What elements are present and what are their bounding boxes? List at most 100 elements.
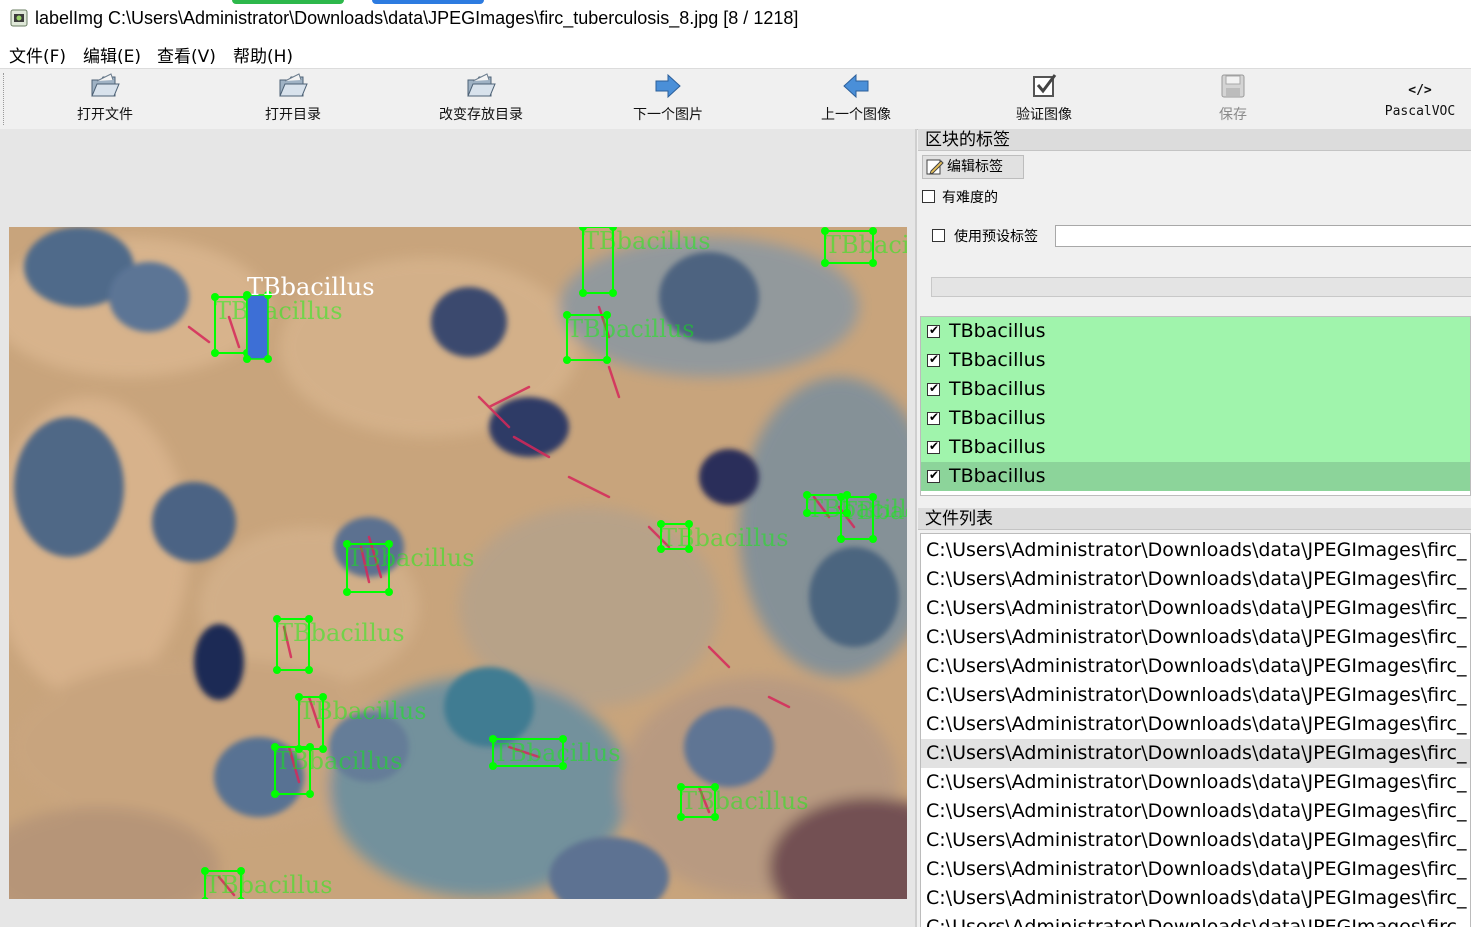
difficult-label: 有难度的 [942, 190, 998, 206]
label-visible-checkbox[interactable]: ✔ [927, 410, 940, 425]
bbox-vertex-handle[interactable] [821, 259, 829, 267]
checkmark-icon: ✔ [929, 439, 940, 453]
canvas-area[interactable]: TBbacillus TBbacillus TBbacillus TBbacillus… [0, 129, 917, 927]
folder-open-icon [91, 73, 120, 97]
change-save-dir-label: 改变存放目录 [439, 107, 523, 123]
file-list-item[interactable]: C:\Users\Administrator\Downloads\data\JP… [921, 565, 1470, 594]
bbox-vertex-handle[interactable] [343, 588, 351, 596]
window-title: labelImg C:\Users\Administrator\Download… [35, 8, 799, 28]
file-list-item[interactable]: C:\Users\Administrator\Downloads\data\JP… [921, 623, 1470, 652]
prev-image-button[interactable]: 上一个图像 [781, 69, 931, 129]
label-visible-checkbox[interactable]: ✔ [927, 352, 940, 367]
file-list-item[interactable]: C:\Users\Administrator\Downloads\data\JP… [921, 855, 1470, 884]
open-dir-button[interactable]: 打开目录 [218, 69, 368, 129]
code-tag-icon: </> [1408, 83, 1432, 98]
bbox-vertex-handle[interactable] [837, 535, 845, 543]
file-list-item[interactable]: C:\Users\Administrator\Downloads\data\JP… [921, 913, 1470, 927]
file-list-item[interactable]: C:\Users\Administrator\Downloads\data\JP… [921, 681, 1470, 710]
file-list[interactable]: C:\Users\Administrator\Downloads\data\JP… [920, 533, 1471, 927]
label-list-item-text: TBbacillus [949, 349, 1046, 371]
bbox-vertex-handle[interactable] [306, 790, 314, 798]
folder-open-icon [467, 73, 496, 97]
bbox-vertex-handle[interactable] [305, 666, 313, 674]
next-image-label: 下一个图片 [633, 107, 703, 123]
toolbar: 打开文件 打开目录 改变存放目录 下一个图片 上一个图像 验证图像 保存 </>… [0, 68, 1471, 130]
right-panel: 区块的标签 编辑标签 有难度的 使用预设标签 ✔ TBbacillus ✔ TB… [918, 129, 1471, 927]
checkmark-icon: ✔ [929, 468, 940, 482]
bbox-label: TBbacillus [275, 747, 403, 775]
label-list-item[interactable]: ✔ TBbacillus [921, 404, 1470, 433]
bbox-label: TBbacillus [661, 524, 789, 552]
label-list-item[interactable]: ✔ TBbacillus [921, 375, 1470, 404]
checkbox-verify-icon [1033, 74, 1057, 97]
prev-image-label: 上一个图像 [821, 107, 891, 123]
microscopy-image[interactable]: TBbacillus TBbacillus TBbacillus TBbacillus… [9, 227, 907, 899]
file-list-item-selected[interactable]: C:\Users\Administrator\Downloads\data\JP… [921, 739, 1470, 768]
file-list-item[interactable]: C:\Users\Administrator\Downloads\data\JP… [921, 797, 1470, 826]
bbox-label: TBbacillus [825, 231, 907, 259]
title-bar: labelImg C:\Users\Administrator\Download… [0, 0, 1471, 38]
bbox-vertex-handle[interactable] [211, 349, 219, 357]
bbox-vertex-handle[interactable] [609, 289, 617, 297]
folder-open-icon [279, 73, 308, 97]
open-file-label: 打开文件 [77, 107, 133, 123]
label-list-item-selected[interactable]: ✔ TBbacillus [921, 462, 1470, 491]
file-list-item[interactable]: C:\Users\Administrator\Downloads\data\JP… [921, 768, 1470, 797]
menu-help[interactable]: 帮助(H) [233, 42, 293, 67]
menu-bar: 文件(F) 编辑(E) 查看(V) 帮助(H) [0, 38, 1471, 68]
file-list-item[interactable]: C:\Users\Administrator\Downloads\data\JP… [921, 536, 1470, 565]
checkmark-icon: ✔ [929, 410, 940, 424]
file-list-item[interactable]: C:\Users\Administrator\Downloads\data\JP… [921, 652, 1470, 681]
bbox-vertex-handle[interactable] [869, 535, 877, 543]
bbox-label: TBbacillus [277, 619, 405, 647]
svg-text:</>: </> [1408, 83, 1432, 98]
toolbar-handle[interactable] [3, 73, 6, 125]
label-visible-checkbox[interactable]: ✔ [927, 381, 940, 396]
label-list-item-text: TBbacillus [949, 320, 1046, 342]
app-icon [10, 9, 28, 27]
file-list-item[interactable]: C:\Users\Administrator\Downloads\data\JP… [921, 826, 1470, 855]
label-list-item[interactable]: ✔ TBbacillus [921, 346, 1470, 375]
next-image-button[interactable]: 下一个图片 [593, 69, 743, 129]
label-visible-checkbox[interactable]: ✔ [927, 468, 940, 483]
edit-label-button[interactable]: 编辑标签 [922, 155, 1024, 179]
bbox-vertex-handle[interactable] [385, 588, 393, 596]
label-list[interactable]: ✔ TBbacillus ✔ TBbacillus ✔ TBbacillus ✔… [920, 316, 1471, 496]
file-list-item[interactable]: C:\Users\Administrator\Downloads\data\JP… [921, 594, 1470, 623]
selected-bbox[interactable] [246, 294, 269, 360]
label-visible-checkbox[interactable]: ✔ [927, 323, 940, 338]
bbox-label: TBbacillus [493, 739, 621, 767]
bbox-label: TBbacillus [299, 697, 427, 725]
open-dir-label: 打开目录 [265, 107, 321, 123]
use-default-label-checkbox[interactable] [932, 229, 945, 242]
label-combo-box[interactable] [931, 277, 1471, 297]
save-button[interactable]: 保存 [1158, 69, 1308, 129]
difficult-checkbox[interactable] [922, 190, 935, 203]
menu-file[interactable]: 文件(F) [9, 42, 66, 67]
label-list-item[interactable]: ✔ TBbacillus [921, 317, 1470, 346]
menu-edit[interactable]: 编辑(E) [83, 42, 141, 67]
bbox-vertex-handle[interactable] [271, 790, 279, 798]
bbox-vertex-handle[interactable] [579, 289, 587, 297]
bbox-vertex-handle[interactable] [563, 356, 571, 364]
default-label-input[interactable] [1055, 225, 1471, 247]
format-toggle-button[interactable]: </> PascalVOC [1345, 69, 1471, 129]
open-file-button[interactable]: 打开文件 [30, 69, 180, 129]
label-list-item-text: TBbacillus [949, 465, 1046, 487]
file-list-item[interactable]: C:\Users\Administrator\Downloads\data\JP… [921, 884, 1470, 913]
arrow-left-icon [843, 73, 869, 99]
bbox-label: TBbacillus [583, 227, 711, 255]
use-default-label-text: 使用预设标签 [954, 229, 1038, 245]
file-dock-title: 文件列表 [918, 508, 1471, 530]
bbox-vertex-handle[interactable] [273, 666, 281, 674]
bbox-vertex-handle[interactable] [869, 259, 877, 267]
label-list-item[interactable]: ✔ TBbacillus [921, 433, 1470, 462]
file-list-item[interactable]: C:\Users\Administrator\Downloads\data\JP… [921, 710, 1470, 739]
verify-image-button[interactable]: 验证图像 [969, 69, 1119, 129]
image-canvas[interactable]: TBbacillus TBbacillus TBbacillus TBbacillus… [9, 227, 907, 899]
menu-view[interactable]: 查看(V) [157, 42, 216, 67]
bbox-vertex-handle[interactable] [603, 356, 611, 364]
label-visible-checkbox[interactable]: ✔ [927, 439, 940, 454]
change-save-dir-button[interactable]: 改变存放目录 [406, 69, 556, 129]
taskbar-indicator [372, 0, 484, 4]
